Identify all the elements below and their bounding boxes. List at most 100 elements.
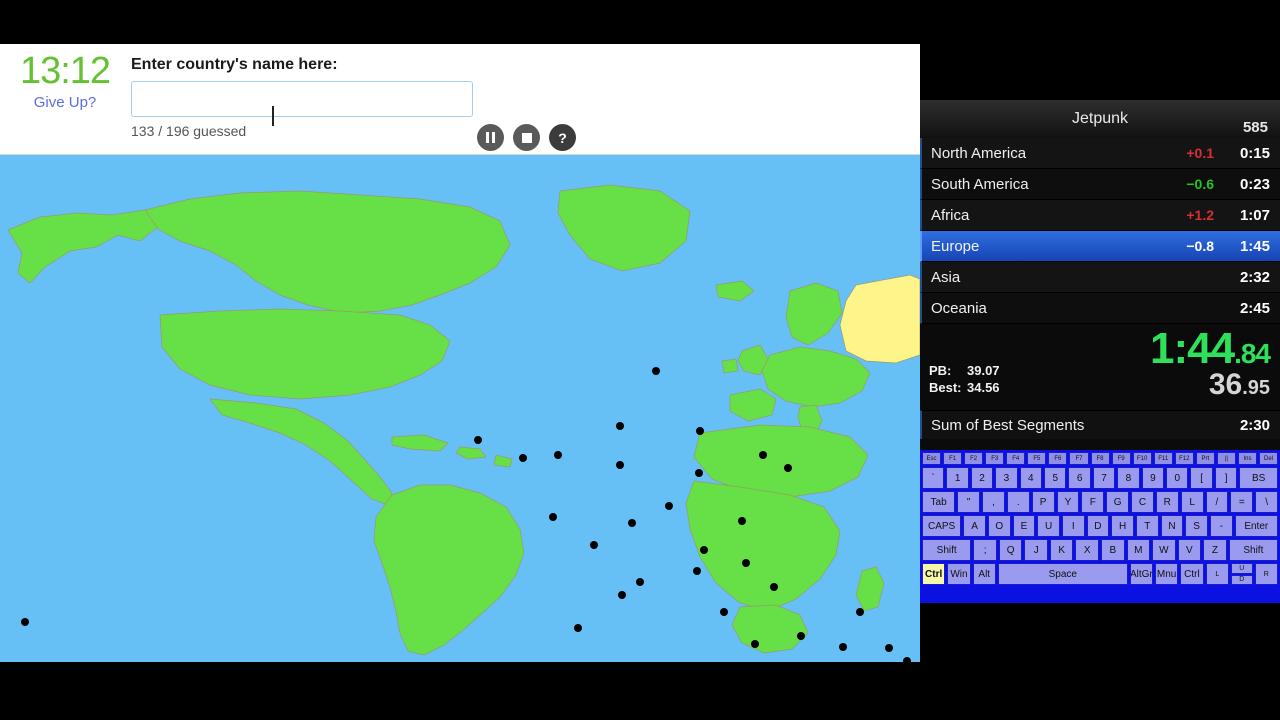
key-mnu[interactable]: Mnu bbox=[1154, 563, 1179, 585]
key-win[interactable]: Win bbox=[947, 563, 971, 585]
key-f3[interactable]: F3 bbox=[985, 452, 1005, 465]
key-c[interactable]: C bbox=[1131, 491, 1154, 513]
answer-input[interactable] bbox=[131, 81, 473, 117]
key-k[interactable]: K bbox=[1049, 539, 1074, 561]
key-f2[interactable]: F2 bbox=[964, 452, 984, 465]
key-0[interactable]: 0 bbox=[1166, 467, 1189, 489]
split-name: North America bbox=[931, 144, 1027, 162]
pause-button[interactable] bbox=[477, 124, 504, 151]
key-f11[interactable]: F11 bbox=[1153, 452, 1173, 465]
key-f4[interactable]: F4 bbox=[1006, 452, 1026, 465]
stop-button[interactable] bbox=[513, 124, 540, 151]
key-altgr[interactable]: AltGr bbox=[1129, 563, 1153, 585]
give-up-link[interactable]: Give Up? bbox=[6, 94, 124, 111]
key-r[interactable]: R bbox=[1155, 491, 1179, 513]
key-bs[interactable]: BS bbox=[1239, 467, 1279, 489]
key-f1[interactable]: F1 bbox=[943, 452, 963, 465]
split-time: 1:07 bbox=[1239, 206, 1270, 224]
world-map[interactable] bbox=[0, 155, 920, 662]
key-f[interactable]: F bbox=[1081, 491, 1105, 513]
key-f7[interactable]: F7 bbox=[1069, 452, 1089, 465]
key-caps[interactable]: CAPS bbox=[922, 515, 962, 537]
key-prt[interactable]: Prt bbox=[1195, 452, 1215, 465]
split-row[interactable]: North America +0.1 0:15 bbox=[920, 138, 1280, 169]
key-[interactable]: = bbox=[1230, 491, 1254, 513]
key-[interactable]: / bbox=[1205, 491, 1229, 513]
key-f10[interactable]: F10 bbox=[1132, 452, 1152, 465]
key-[interactable]: || bbox=[1216, 452, 1236, 465]
best-label: Best: bbox=[929, 380, 962, 395]
split-row[interactable]: Africa +1.2 1:07 bbox=[920, 200, 1280, 231]
key-shift[interactable]: Shift bbox=[922, 539, 972, 561]
key-ctrl[interactable]: Ctrl bbox=[922, 563, 946, 585]
split-row[interactable]: Asia 2:32 bbox=[920, 262, 1280, 293]
split-row[interactable]: South America −0.6 0:23 bbox=[920, 169, 1280, 200]
key-e[interactable]: E bbox=[1012, 515, 1036, 537]
key-f5[interactable]: F5 bbox=[1027, 452, 1047, 465]
key-alt[interactable]: Alt bbox=[972, 563, 996, 585]
timer-area: 1:44.84 36.95 PB: 39.07 Best: 34.56 bbox=[920, 324, 1280, 410]
key-tab[interactable]: Tab bbox=[922, 491, 956, 513]
key-s[interactable]: S bbox=[1185, 515, 1208, 537]
key-[interactable]: . bbox=[1006, 491, 1030, 513]
key-n[interactable]: N bbox=[1160, 515, 1184, 537]
key-f6[interactable]: F6 bbox=[1048, 452, 1068, 465]
arrow-down-key[interactable]: D bbox=[1231, 574, 1253, 585]
key-m[interactable]: M bbox=[1126, 539, 1151, 561]
world-map-svg[interactable] bbox=[0, 155, 920, 662]
key-4[interactable]: 4 bbox=[1019, 467, 1043, 489]
key-1[interactable]: 1 bbox=[946, 467, 969, 489]
key-[interactable]: ` bbox=[922, 467, 945, 489]
key-ctrl[interactable]: Ctrl bbox=[1180, 563, 1204, 585]
key-[interactable]: , bbox=[982, 491, 1005, 513]
help-button[interactable]: ? bbox=[549, 124, 576, 151]
arrow-right-key[interactable]: R bbox=[1254, 563, 1278, 585]
key-[interactable]: " bbox=[957, 491, 981, 513]
key-[interactable]: - bbox=[1209, 515, 1233, 537]
key-f12[interactable]: F12 bbox=[1174, 452, 1194, 465]
split-row[interactable]: Oceania 2:45 bbox=[920, 293, 1280, 324]
key-w[interactable]: W bbox=[1152, 539, 1176, 561]
key-esc[interactable]: Esc bbox=[922, 452, 942, 465]
key-8[interactable]: 8 bbox=[1117, 467, 1140, 489]
key-5[interactable]: 5 bbox=[1044, 467, 1067, 489]
key-j[interactable]: J bbox=[1024, 539, 1048, 561]
key-7[interactable]: 7 bbox=[1092, 467, 1116, 489]
key-i[interactable]: I bbox=[1061, 515, 1085, 537]
key-2[interactable]: 2 bbox=[970, 467, 994, 489]
key-[interactable]: ; bbox=[973, 539, 997, 561]
key-g[interactable]: G bbox=[1106, 491, 1130, 513]
key-b[interactable]: B bbox=[1101, 539, 1125, 561]
key-[interactable]: ] bbox=[1214, 467, 1238, 489]
key-f8[interactable]: F8 bbox=[1090, 452, 1110, 465]
key-d[interactable]: D bbox=[1086, 515, 1110, 537]
key-v[interactable]: V bbox=[1177, 539, 1202, 561]
key-t[interactable]: T bbox=[1135, 515, 1159, 537]
key-3[interactable]: 3 bbox=[995, 467, 1018, 489]
key-[interactable]: [ bbox=[1190, 467, 1213, 489]
arrow-up-key[interactable]: U bbox=[1231, 563, 1253, 574]
key-h[interactable]: H bbox=[1111, 515, 1134, 537]
key-a[interactable]: A bbox=[963, 515, 986, 537]
key-enter[interactable]: Enter bbox=[1234, 515, 1278, 537]
key-q[interactable]: Q bbox=[998, 539, 1023, 561]
key-u[interactable]: U bbox=[1037, 515, 1060, 537]
key-ins[interactable]: Ins bbox=[1237, 452, 1257, 465]
split-row[interactable]: Europe −0.8 1:45 bbox=[920, 231, 1280, 262]
key-del[interactable]: Del bbox=[1259, 452, 1279, 465]
key-y[interactable]: Y bbox=[1056, 491, 1080, 513]
key-z[interactable]: Z bbox=[1203, 539, 1227, 561]
key-[interactable]: \ bbox=[1255, 491, 1278, 513]
key-9[interactable]: 9 bbox=[1141, 467, 1165, 489]
key-l[interactable]: L bbox=[1180, 491, 1204, 513]
key-space[interactable]: Space bbox=[997, 563, 1128, 585]
key-f9[interactable]: F9 bbox=[1111, 452, 1131, 465]
key-o[interactable]: O bbox=[987, 515, 1011, 537]
key-shift[interactable]: Shift bbox=[1228, 539, 1279, 561]
arrow-left-key[interactable]: L bbox=[1205, 563, 1230, 585]
on-screen-keyboard[interactable]: Esc F1 F2 F3 F4 F5 F6 F7 F8 F9 F10 F11 F12 Prt || Ins De… bbox=[920, 450, 1280, 603]
key-x[interactable]: X bbox=[1075, 539, 1100, 561]
key-p[interactable]: P bbox=[1031, 491, 1055, 513]
key-6[interactable]: 6 bbox=[1068, 467, 1091, 489]
split-delta: +0.1 bbox=[1186, 145, 1214, 161]
